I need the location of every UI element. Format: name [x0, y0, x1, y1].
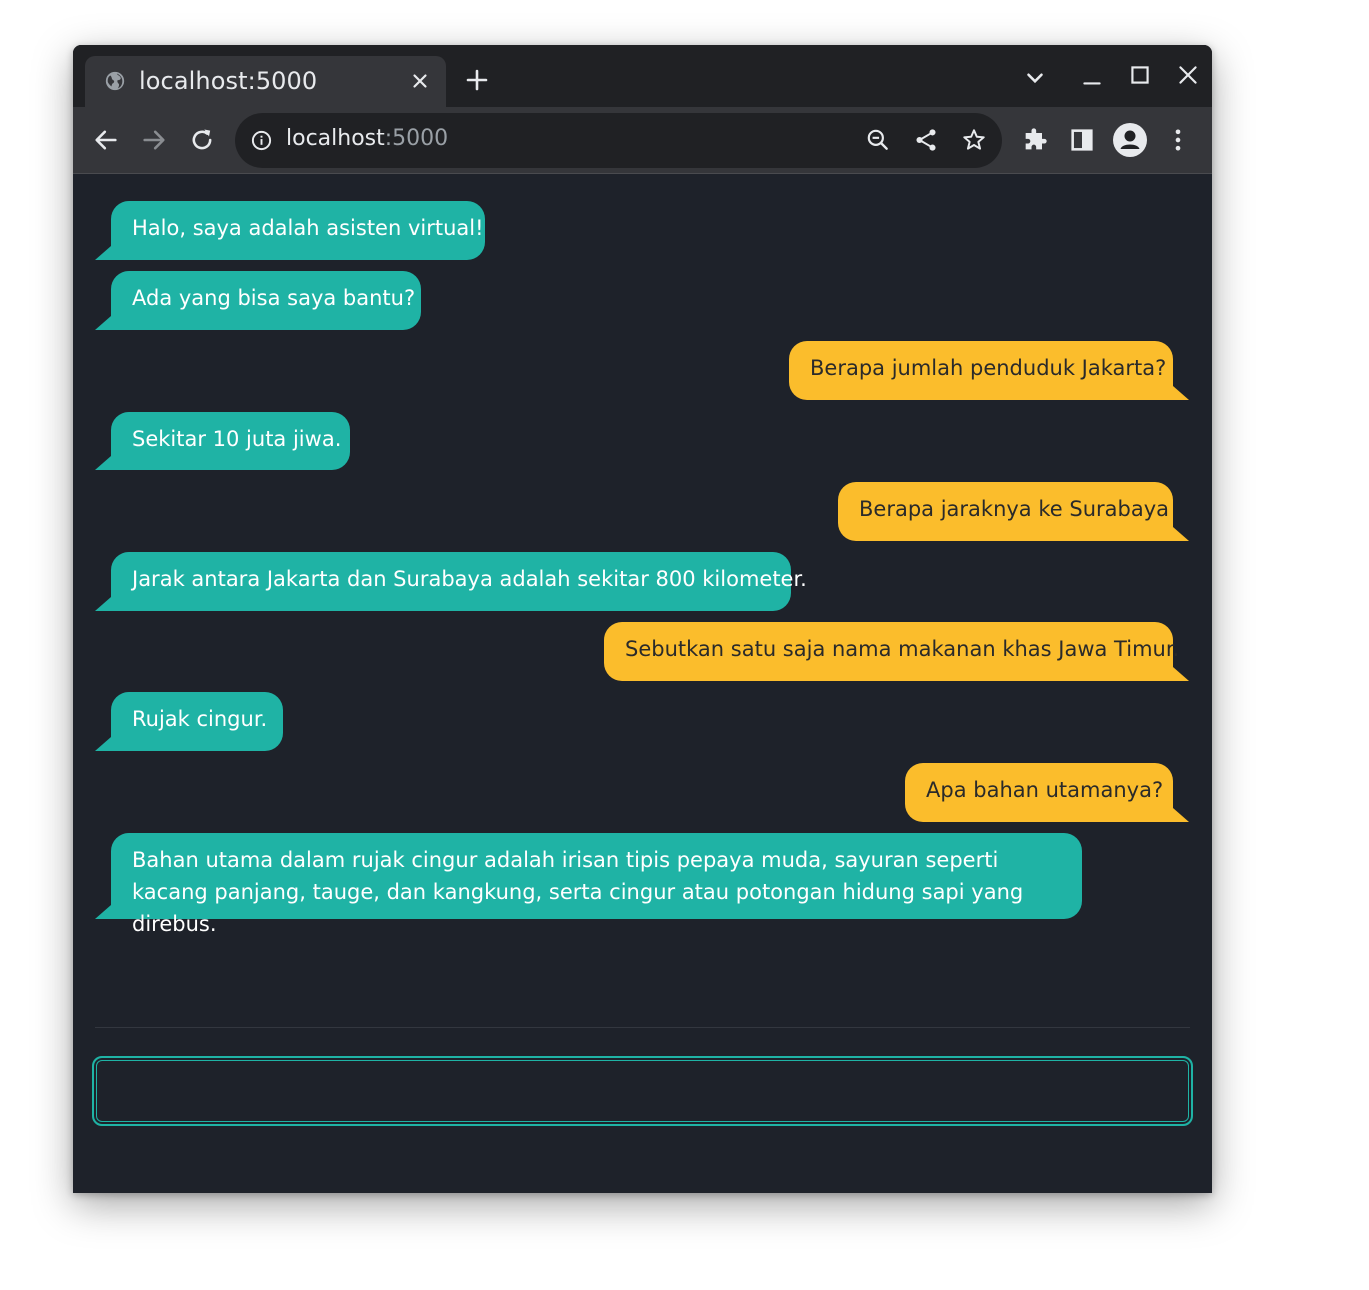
user-message: Apa bahan utamanya? [905, 763, 1189, 822]
side-panel-icon[interactable] [1068, 126, 1096, 154]
share-icon[interactable] [913, 127, 939, 153]
url-text: localhost:5000 [286, 126, 448, 151]
reload-icon[interactable] [188, 126, 216, 154]
back-arrow-icon[interactable] [92, 126, 120, 154]
maximize-icon[interactable] [1127, 62, 1153, 88]
profile-avatar[interactable] [1113, 123, 1147, 157]
globe-icon [105, 71, 125, 91]
bot-message: Ada yang bisa saya bantu? [95, 271, 421, 330]
browser-toolbar: localhost:5000 [73, 107, 1212, 174]
forward-arrow-icon[interactable] [140, 126, 168, 154]
minimize-icon[interactable] [1079, 65, 1105, 91]
user-message: Berapa jumlah penduduk Jakarta? [789, 341, 1189, 400]
bot-message: Rujak cingur. [95, 692, 283, 751]
url-host: localhost [286, 126, 385, 151]
chat-page: Halo, saya adalah asisten virtual! Ada y… [73, 174, 1212, 1193]
zoom-out-icon[interactable] [865, 127, 891, 153]
site-info-icon[interactable] [250, 129, 273, 152]
close-window-icon[interactable] [1175, 62, 1201, 88]
input-divider [95, 1027, 1190, 1028]
person-icon [1120, 130, 1140, 149]
browser-tab[interactable]: localhost:5000 [85, 56, 446, 107]
bot-message: Halo, saya adalah asisten virtual! [95, 201, 485, 260]
url-port: :5000 [384, 126, 449, 151]
chat-input[interactable] [92, 1056, 1193, 1126]
close-tab-icon[interactable] [409, 70, 431, 92]
tab-search-chevron-icon[interactable] [1022, 65, 1048, 91]
bookmark-star-icon[interactable] [961, 127, 987, 153]
browser-window: localhost:5000 localhost:5000 Halo, saya… [73, 45, 1212, 1193]
bot-message: Jarak antara Jakarta dan Surabaya adalah… [95, 552, 807, 611]
bot-message: Bahan utama dalam rujak cingur adalah ir… [95, 833, 1082, 936]
bot-message: Sekitar 10 juta jiwa. [95, 412, 350, 470]
tab-title: localhost:5000 [139, 67, 318, 95]
user-message: Berapa jaraknya ke Surabaya [838, 482, 1189, 541]
new-tab-icon[interactable] [465, 68, 489, 92]
user-message: Sebutkan satu saja nama makanan khas Jaw… [604, 622, 1189, 681]
address-bar[interactable]: localhost:5000 [235, 113, 1002, 168]
tab-strip: localhost:5000 [73, 45, 1212, 107]
extensions-puzzle-icon[interactable] [1021, 126, 1049, 154]
menu-kebab-icon[interactable] [1164, 126, 1192, 154]
